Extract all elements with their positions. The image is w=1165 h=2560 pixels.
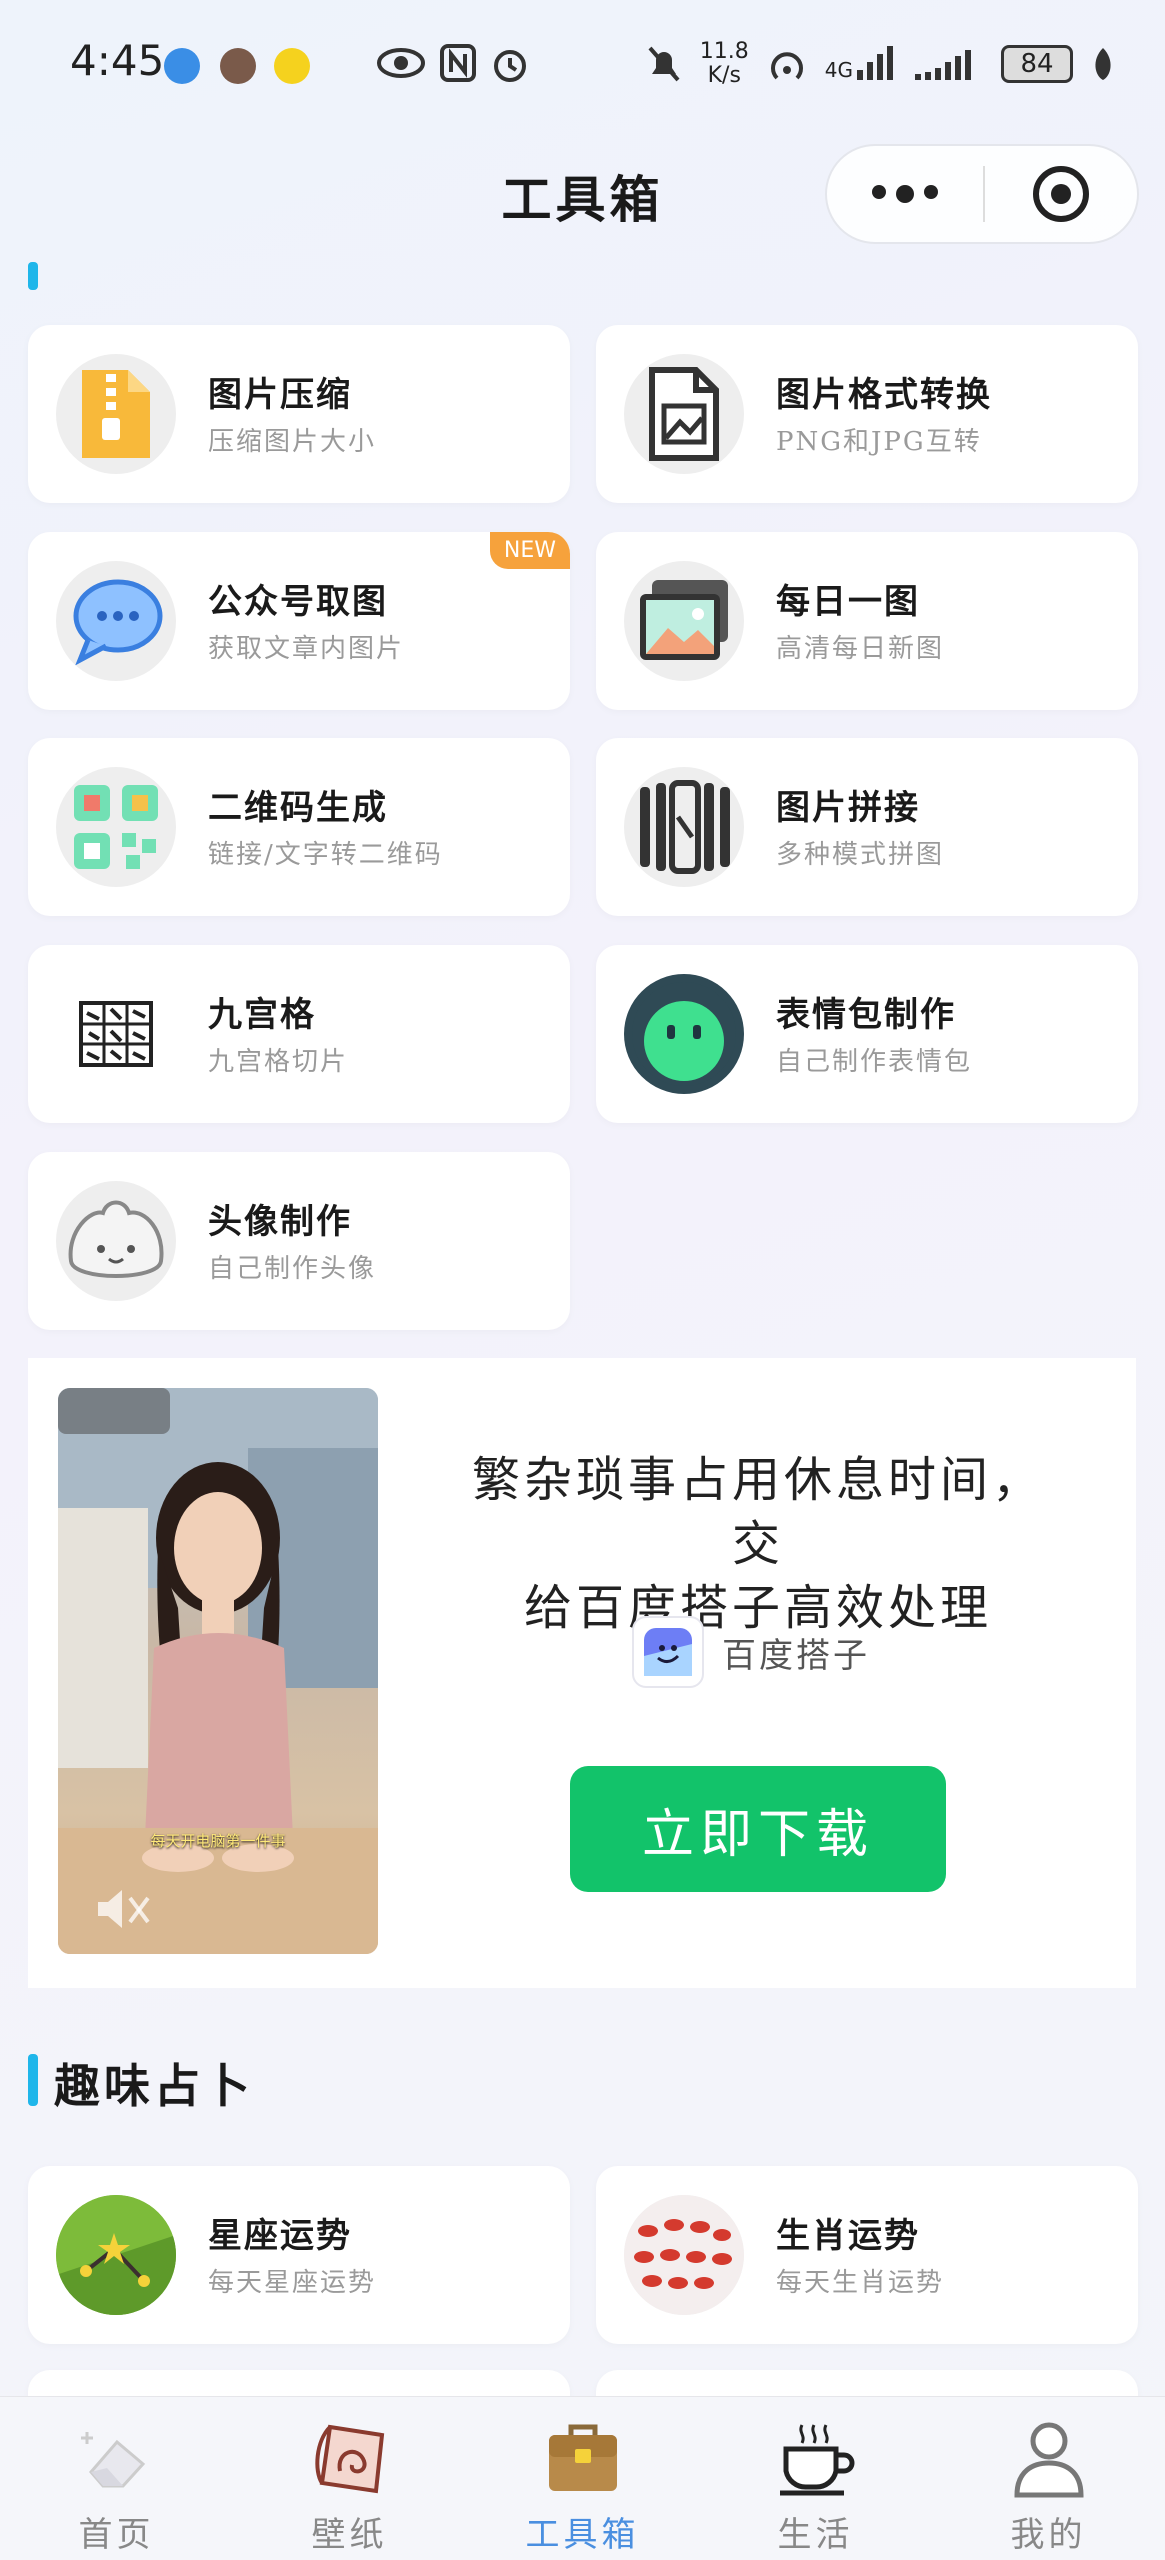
- tool-card-nine-grid[interactable]: 九宫格 九宫格切片: [28, 945, 570, 1123]
- ad-banner[interactable]: 每天开电脑第一件事 繁杂琐事占用休息时间，交 给百度搭子高效处理 百度搭子 立即…: [28, 1358, 1136, 1988]
- avatar-bun-icon: [56, 1181, 176, 1301]
- tab-label: 首页: [78, 2515, 155, 2555]
- fortune-title: 星座运势: [208, 2216, 352, 2256]
- network-speed: 11.8 K/s: [699, 39, 749, 88]
- miniprogram-capsule: [825, 144, 1139, 244]
- tool-title: 表情包制作: [776, 995, 956, 1035]
- constellation-icon: [56, 2195, 176, 2315]
- tool-title: 每日一图: [776, 582, 920, 622]
- leaf-icon: [1095, 48, 1111, 80]
- ad-video-thumbnail[interactable]: 每天开电脑第一件事: [58, 1388, 378, 1954]
- ad-brand-name: 百度搭子: [722, 1635, 870, 1676]
- grid-icon: [56, 974, 176, 1094]
- tool-subtitle: 获取文章内图片: [208, 634, 405, 664]
- tool-subtitle: 多种模式拼图: [776, 840, 945, 870]
- tool-subtitle: 压缩图片大小: [208, 427, 377, 457]
- tab-wallpaper[interactable]: 壁纸: [233, 2397, 466, 2560]
- baidu-dazi-logo-icon: [632, 1616, 704, 1688]
- tab-mine[interactable]: 我的: [932, 2397, 1165, 2560]
- eraser-icon: [74, 2419, 160, 2499]
- ad-headline: 繁杂琐事占用休息时间，交 给百度搭子高效处理: [471, 1452, 1044, 1636]
- bottom-tab-bar: 首页 壁纸 工具箱 生活 我的: [0, 2396, 1165, 2560]
- signal-4g: 4G: [825, 46, 895, 82]
- tool-title: 图片格式转换: [776, 375, 992, 415]
- image-file-icon: [624, 354, 744, 474]
- nfc-icon: [440, 44, 476, 82]
- status-time: 4:45: [70, 36, 165, 85]
- tab-home[interactable]: 首页: [0, 2397, 233, 2560]
- zodiac-animals-icon: [624, 2195, 744, 2315]
- user-icon: [1006, 2419, 1092, 2499]
- fortune-subtitle: 每天生肖运势: [776, 2268, 945, 2298]
- tool-title: 图片压缩: [208, 375, 352, 415]
- fortune-title: 生肖运势: [776, 2216, 920, 2256]
- hotspot-icon: [770, 52, 803, 80]
- tab-label: 我的: [1010, 2515, 1087, 2555]
- tool-card-format-convert[interactable]: 图片格式转换 PNG和JPG互转: [596, 325, 1138, 503]
- more-options-button[interactable]: [827, 185, 983, 203]
- tool-title: 图片拼接: [776, 788, 920, 828]
- tool-title: 二维码生成: [208, 788, 388, 828]
- signal-icon: [915, 50, 971, 80]
- toolbox-icon: [540, 2419, 626, 2499]
- tool-card-article-images[interactable]: 公众号取图 获取文章内图片 NEW: [28, 532, 570, 710]
- status-right: 11.8 K/s 4G 84: [646, 40, 1115, 88]
- emoji-face-icon: [624, 974, 744, 1094]
- section-title-fortune: 趣味占卜: [54, 2059, 254, 2113]
- collage-icon: [624, 767, 744, 887]
- tool-card-image-compress[interactable]: 图片压缩 压缩图片大小: [28, 325, 570, 503]
- qq-notification-icon: [164, 48, 200, 84]
- alarm-icon: [494, 50, 526, 82]
- tab-label: 生活: [777, 2515, 854, 2555]
- fortune-card-zodiac[interactable]: 生肖运势 每天生肖运势: [596, 2166, 1138, 2344]
- tab-life[interactable]: 生活: [699, 2397, 932, 2560]
- coffee-cup-icon: [773, 2419, 859, 2499]
- tool-card-image-collage[interactable]: 图片拼接 多种模式拼图: [596, 738, 1138, 916]
- section-accent-bar: [28, 262, 38, 290]
- meituan-notification-icon: [274, 48, 310, 84]
- app-notification-icon: [220, 48, 256, 84]
- tool-title: 九宫格: [208, 995, 316, 1035]
- fortune-card-constellation[interactable]: 星座运势 每天星座运势: [28, 2166, 570, 2344]
- tool-title: 公众号取图: [208, 582, 388, 622]
- tool-card-avatar-maker[interactable]: 头像制作 自己制作头像: [28, 1152, 570, 1330]
- target-icon: [1033, 166, 1089, 222]
- zip-file-icon: [56, 354, 176, 474]
- battery-indicator: 84: [1001, 45, 1073, 83]
- tab-label: 工具箱: [525, 2515, 640, 2555]
- eye-icon: [377, 48, 425, 78]
- qr-code-icon: [56, 767, 176, 887]
- nav-bar: 工具箱: [0, 130, 1165, 260]
- fortune-subtitle: 每天星座运势: [208, 2268, 377, 2298]
- close-miniprogram-button[interactable]: [985, 166, 1137, 222]
- ad-photo-caption: 每天开电脑第一件事: [150, 1832, 286, 1850]
- ad-logo-chip: [58, 1388, 170, 1434]
- tab-label: 壁纸: [311, 2515, 388, 2555]
- tool-title: 头像制作: [208, 1202, 352, 1242]
- new-badge: NEW: [489, 532, 570, 569]
- tool-subtitle: 自己制作头像: [208, 1254, 377, 1284]
- status-bar: 4:45 11.8 K/s 4G 84: [0, 0, 1165, 130]
- tool-card-daily-image[interactable]: 每日一图 高清每日新图: [596, 532, 1138, 710]
- ad-brand: 百度搭子: [632, 1616, 870, 1688]
- tool-card-emoji-maker[interactable]: 表情包制作 自己制作表情包: [596, 945, 1138, 1123]
- tool-subtitle: PNG和JPG互转: [776, 427, 982, 457]
- woman-photo-illustration: [58, 1388, 378, 1954]
- tab-toolbox[interactable]: 工具箱: [466, 2397, 699, 2560]
- chat-bubble-icon: [56, 561, 176, 681]
- mute-speaker-icon[interactable]: [92, 1884, 152, 1934]
- wallpaper-icon: [307, 2419, 393, 2499]
- mute-bell-icon: [648, 46, 680, 82]
- tool-subtitle: 九宫格切片: [208, 1047, 349, 1077]
- tool-subtitle: 自己制作表情包: [776, 1047, 973, 1077]
- gallery-icon: [624, 561, 744, 681]
- tool-subtitle: 高清每日新图: [776, 634, 945, 664]
- tool-card-qr-generate[interactable]: 二维码生成 链接/文字转二维码: [28, 738, 570, 916]
- download-button[interactable]: 立即下载: [570, 1766, 946, 1892]
- section-accent-bar: [28, 2054, 38, 2106]
- tool-subtitle: 链接/文字转二维码: [208, 840, 443, 870]
